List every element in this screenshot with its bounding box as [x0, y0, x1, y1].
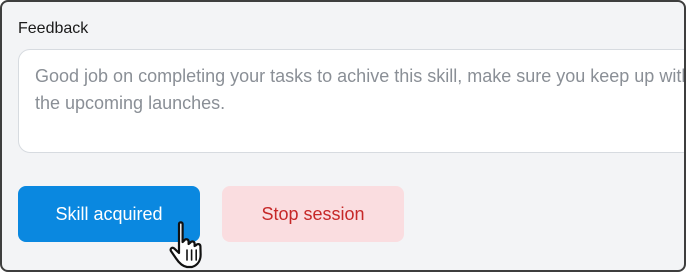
hand-pointer-icon — [169, 221, 202, 269]
stop-session-button[interactable]: Stop session — [222, 186, 404, 242]
feedback-textarea[interactable]: Good job on completing your tasks to ach… — [18, 49, 686, 153]
feedback-text: Good job on completing your tasks to ach… — [35, 66, 686, 113]
feedback-panel: Feedback Good job on completing your tas… — [0, 0, 686, 272]
feedback-label: Feedback — [18, 20, 89, 37]
